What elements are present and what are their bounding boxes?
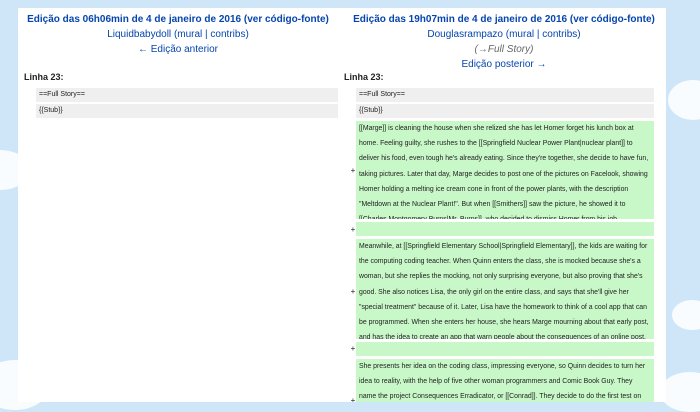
right-revision-user-link[interactable]: Douglasrampazo	[427, 29, 503, 40]
added-line: [[Marge]] is cleaning the house when she…	[356, 121, 654, 219]
previous-edit-link[interactable]: ← Edição anterior	[18, 42, 338, 57]
diff-panel: Edição das 06h06min de 4 de janeiro de 2…	[18, 8, 666, 402]
next-edit-link[interactable]: Edição posterior →	[342, 57, 666, 72]
right-revision-user-line: Douglasrampazo (mural | contribs)	[342, 27, 666, 42]
left-revision-title-link[interactable]: Edição das 06h06min de 4 de janeiro de 2…	[18, 12, 338, 27]
context-line-right: ==Full Story==	[356, 88, 654, 102]
line-number-left: Linha 23:	[24, 72, 64, 82]
added-line-empty	[356, 342, 654, 356]
context-line-right: {{Stub}}	[356, 104, 654, 118]
background-cloud	[672, 300, 700, 330]
background-cloud	[660, 372, 700, 412]
context-line-left: {{Stub}}	[36, 104, 338, 118]
context-line-left: ==Full Story==	[36, 88, 338, 102]
left-revision-user-link[interactable]: Liquidbabydoll	[107, 29, 171, 40]
line-number-right: Linha 23:	[344, 72, 384, 82]
left-revision-user-tools[interactable]: (mural | contribs)	[174, 29, 249, 40]
added-line-empty	[356, 222, 654, 236]
added-line: She presents her idea on the coding clas…	[356, 359, 654, 402]
right-revision-user-tools[interactable]: (mural | contribs)	[506, 29, 581, 40]
right-revision-title-link[interactable]: Edição das 19h07min de 4 de janeiro de 2…	[342, 12, 666, 27]
left-revision-user-line: Liquidbabydoll (mural | contribs)	[18, 27, 338, 42]
background-cloud	[668, 80, 700, 120]
edit-summary: (→Full Story)	[474, 44, 534, 55]
left-revision-header: Edição das 06h06min de 4 de janeiro de 2…	[18, 12, 338, 57]
added-line: Meanwhile, at [[Springfield Elementary S…	[356, 239, 654, 339]
right-revision-header: Edição das 19h07min de 4 de janeiro de 2…	[342, 12, 666, 72]
